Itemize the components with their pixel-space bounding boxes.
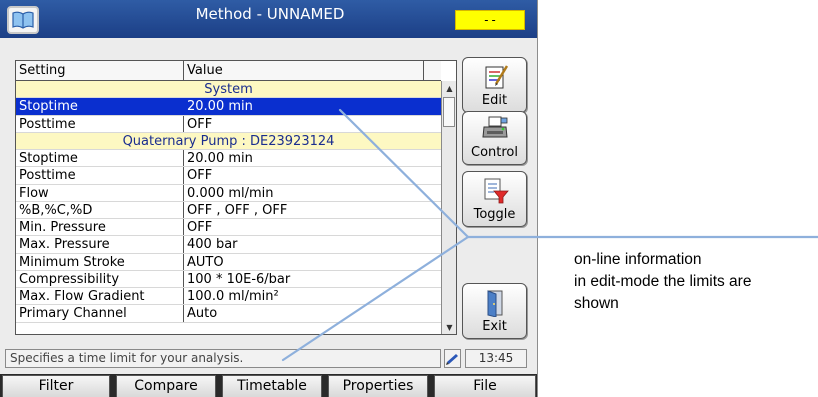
value-cell: 20.00 min [187,151,253,166]
group-row-system: System [16,81,441,99]
tab-compare[interactable]: Compare [116,375,216,397]
group-label: System [204,82,253,97]
title-bar: Method - UNNAMED -- [0,0,537,38]
annotation-line: on-line information [574,251,702,268]
scroll-down-icon[interactable]: ▼ [442,320,456,334]
table-row[interactable]: Compressibility 100 * 10E-6/bar [16,270,441,288]
setting-cell: Stoptime [16,98,184,115]
table-body: System Stoptime 20.00 min Posttime OFF Qua… [16,81,441,323]
exit-door-icon [487,290,502,317]
edit-icon [485,65,508,89]
group-row-pump: Quaternary Pump : DE23923124 [16,132,441,150]
tab-properties[interactable]: Properties [328,375,428,397]
table-row[interactable]: Primary Channel Auto [16,305,441,323]
value-cell: AUTO [187,254,224,270]
setting-cell: Compressibility [16,270,184,287]
setting-cell: Primary Channel [16,305,184,322]
setting-cell: Min. Pressure [16,219,184,236]
control-button[interactable]: Control [462,111,527,165]
value-cell: 100.0 ml/min² [187,289,279,304]
column-header-setting[interactable]: Setting [16,61,184,80]
status-badge: -- [455,10,525,30]
table-row[interactable]: Posttime OFF [16,115,441,133]
pen-icon [444,349,461,368]
clock-time: 13:45 [465,349,527,368]
book-icon[interactable] [7,6,39,34]
tab-filter[interactable]: Filter [2,375,110,397]
table-row[interactable]: Max. Flow Gradient 100.0 ml/min² [16,288,441,306]
table-row[interactable]: Minimum Stroke AUTO [16,253,441,271]
setting-cell: Minimum Stroke [16,253,184,270]
edit-button-label: Edit [481,93,508,108]
scroll-up-icon[interactable]: ▲ [442,81,456,95]
annotation-line: in edit-mode the limits are [574,273,752,290]
exit-button[interactable]: Exit [462,283,527,339]
table-row[interactable]: Stoptime 20.00 min [16,150,441,168]
tab-file[interactable]: File [434,375,536,397]
settings-table: Setting Value System Stoptime 20.00 min P… [15,60,457,335]
value-cell: OFF [187,220,213,235]
setting-cell: %B,%C,%D [16,201,184,218]
control-button-label: Control [471,145,518,160]
table-row[interactable]: %B,%C,%D OFF , OFF , OFF [16,201,441,219]
toggle-button-label: Toggle [473,207,516,222]
column-header-value[interactable]: Value [184,61,424,80]
exit-button-label: Exit [482,319,507,334]
toggle-button[interactable]: Toggle [462,171,527,227]
setting-cell: Max. Flow Gradient [16,288,184,305]
value-cell: 100 * 10E-6/bar [187,271,291,287]
table-row[interactable]: Max. Pressure 400 bar [16,236,441,254]
instrument-screen: Method - UNNAMED -- Setting Value System… [0,0,538,397]
setting-cell: Flow [16,184,184,201]
annotation-text: on-line information in edit-mode the lim… [574,249,818,315]
printer-icon [481,116,508,138]
setting-cell: Stoptime [16,150,184,167]
value-cell: OFF [187,116,213,132]
setting-cell: Max. Pressure [16,236,184,253]
vertical-scrollbar[interactable]: ▲ ▼ [441,81,456,334]
setting-cell: Posttime [16,167,184,184]
value-cell: OFF [187,168,213,184]
value-cell: 20.00 min [187,99,253,115]
table-row[interactable]: Posttime OFF [16,167,441,185]
tab-timetable[interactable]: Timetable [222,375,322,397]
status-message: Specifies a time limit for your analysis… [5,349,441,368]
filter-toggle-icon [484,178,509,204]
annotation-line: shown [574,295,619,312]
edit-button[interactable]: Edit [462,57,527,113]
value-cell: 0.000 ml/min [187,185,274,201]
value-cell: OFF , OFF , OFF [187,202,288,218]
window-title: Method - UNNAMED [195,5,345,23]
table-row[interactable]: Stoptime 20.00 min [16,98,441,116]
bottom-tab-bar: Filter Compare Timetable Properties File [0,374,537,397]
table-row[interactable]: Min. Pressure OFF [16,219,441,237]
group-label: Quaternary Pump : DE23923124 [122,133,335,149]
status-bar: Specifies a time limit for your analysis… [0,349,537,369]
column-header-extra [424,61,441,80]
table-row[interactable]: Flow 0.000 ml/min [16,184,441,202]
setting-cell: Posttime [16,115,184,132]
scroll-thumb[interactable] [443,97,455,127]
value-cell: 400 bar [187,237,238,253]
value-cell: Auto [187,306,218,322]
table-header: Setting Value [16,61,441,81]
